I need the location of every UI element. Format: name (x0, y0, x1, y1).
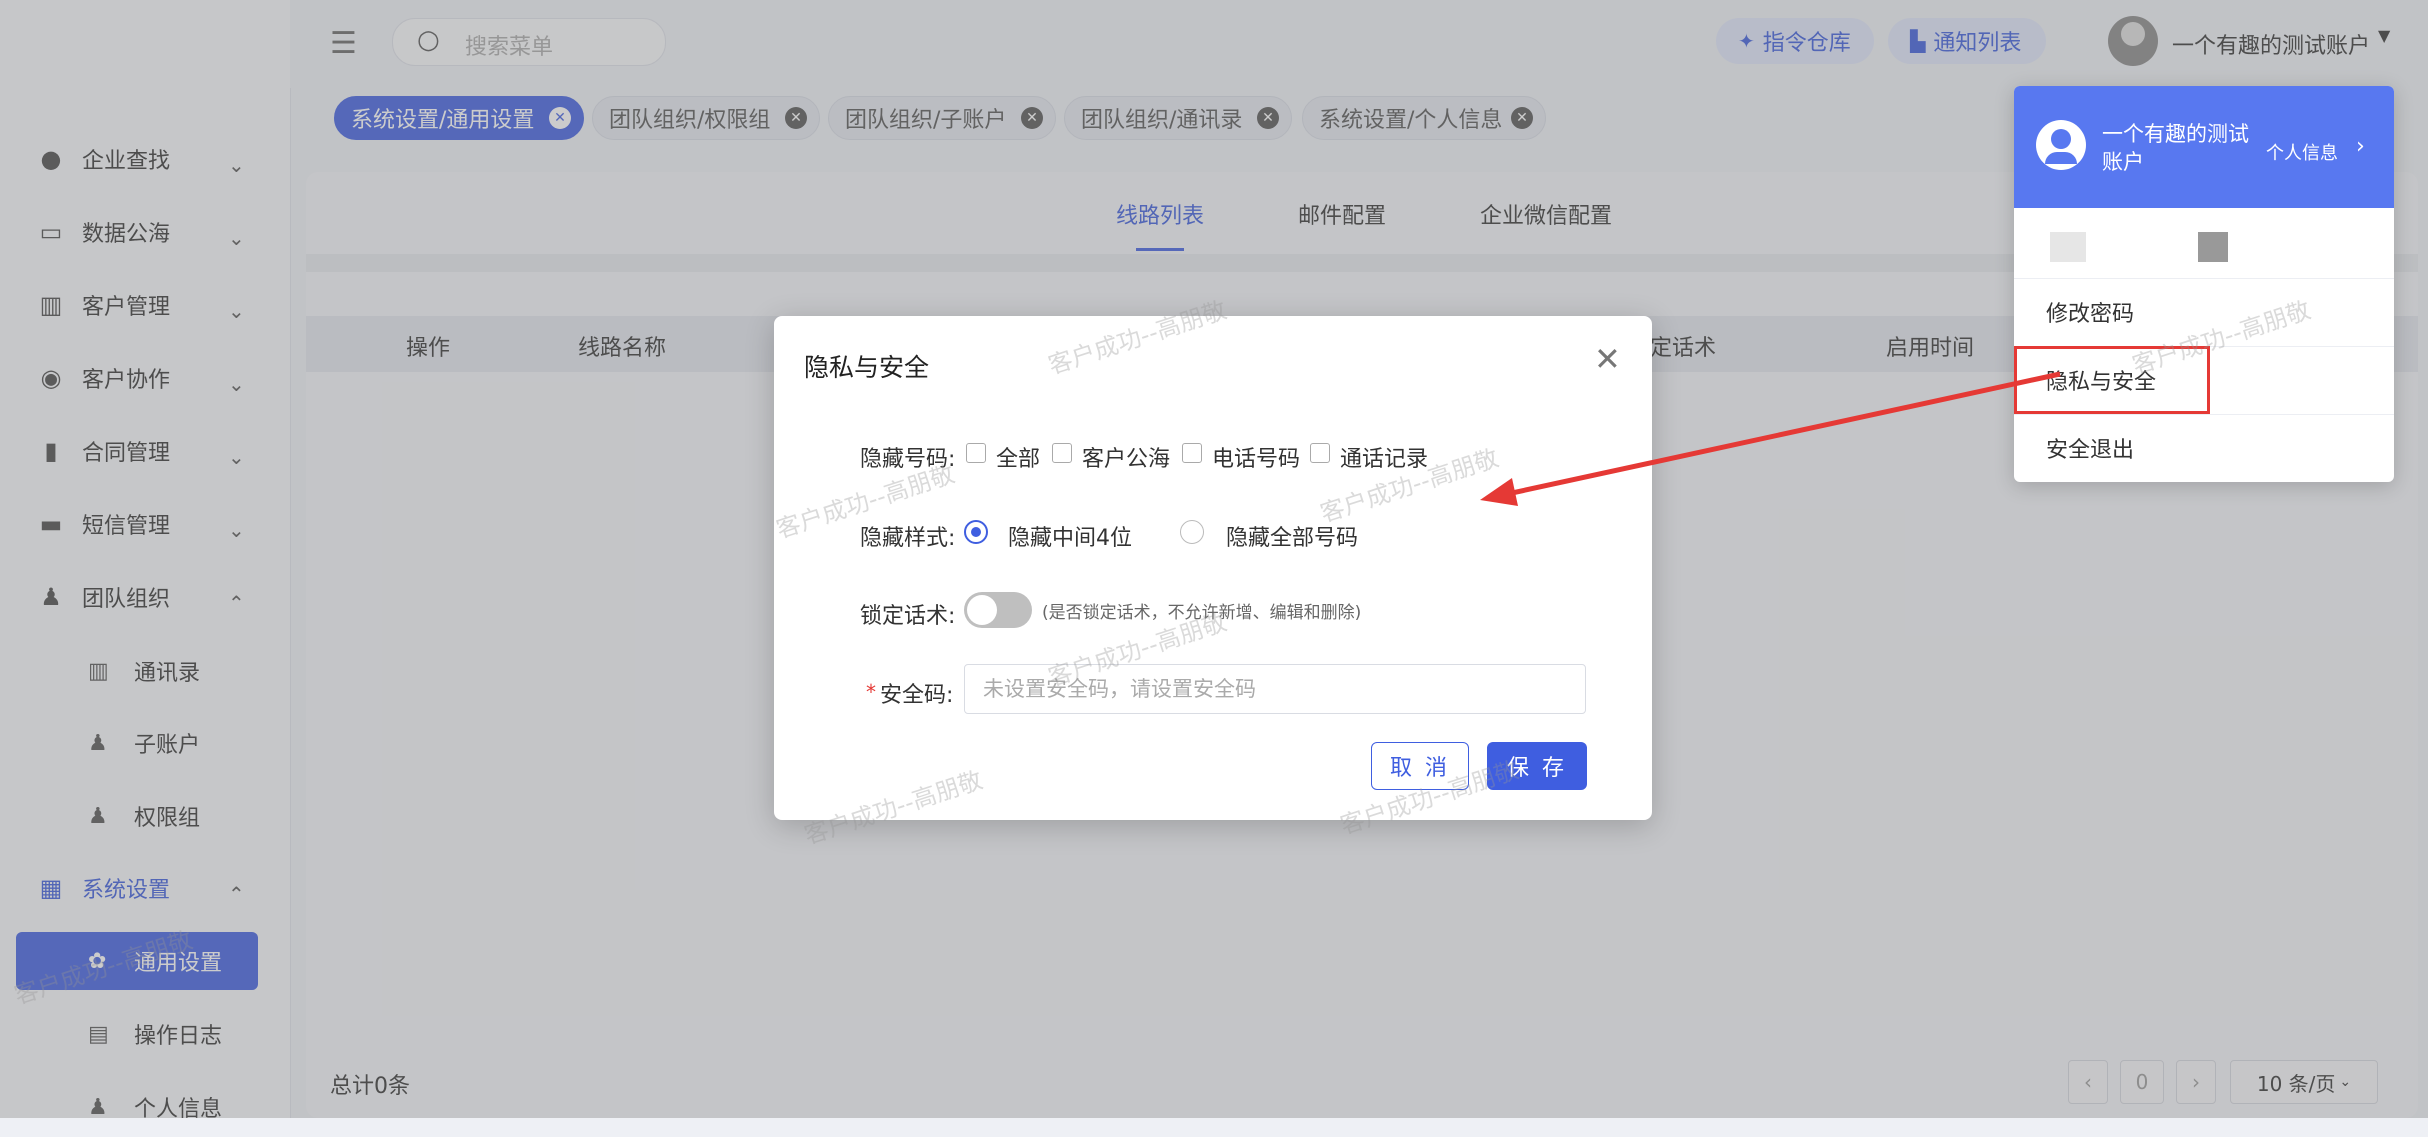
redacted-info (2050, 232, 2240, 262)
annotation-arrow (1480, 371, 2061, 506)
checkbox-call-records[interactable] (1310, 443, 1330, 463)
avatar-body (2045, 152, 2077, 164)
checkbox-label: 客户公海 (1082, 447, 1171, 472)
checkbox-label: 全部 (996, 447, 1041, 472)
required-mark: * (866, 680, 876, 704)
security-code-label: 安全码: (880, 683, 954, 708)
toggle-knob (967, 595, 997, 625)
chevron-right-icon: › (2356, 134, 2365, 159)
radio-hide-all[interactable] (1180, 520, 1204, 544)
checkbox-phone[interactable] (1182, 443, 1202, 463)
checkbox-customer-sea[interactable] (1052, 443, 1072, 463)
hide-style-label: 隐藏样式: (860, 526, 956, 551)
dialog-title: 隐私与安全 (804, 353, 930, 382)
profile-link[interactable]: 个人信息 (2266, 139, 2338, 165)
avatar-icon (2036, 120, 2086, 170)
radio-hide-middle[interactable] (964, 520, 988, 544)
radio-label: 隐藏全部号码 (1226, 526, 1359, 551)
lock-script-label: 锁定话术: (860, 604, 956, 629)
checkbox-label: 电话号码 (1212, 447, 1301, 472)
avatar-head (2051, 129, 2071, 149)
checkbox-all[interactable] (966, 443, 986, 463)
radio-label: 隐藏中间4位 (1008, 526, 1132, 551)
lock-script-toggle[interactable] (964, 592, 1032, 628)
dropdown-user-name: 一个有趣的测试账户 (2102, 122, 2249, 174)
